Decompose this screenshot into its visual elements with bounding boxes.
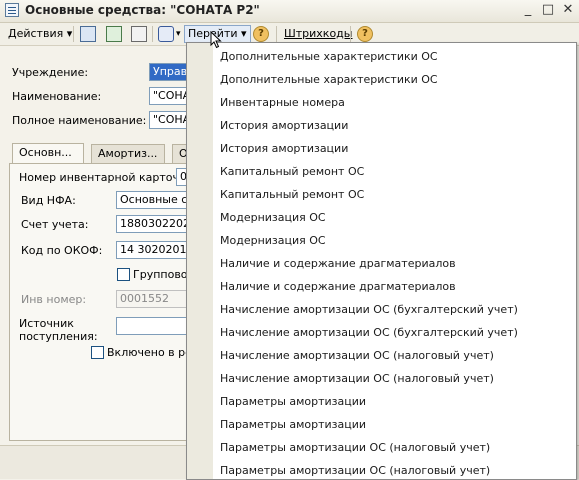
okof-field[interactable]: 14 3020201	[116, 241, 190, 259]
menu-item[interactable]: Наличие и содержание драгматериалов	[220, 254, 456, 274]
help-icon-2[interactable]: ?	[357, 26, 373, 42]
barcodes-button[interactable]: Штрихкоды	[284, 25, 352, 43]
fullname-label: Полное наименование:	[12, 114, 147, 127]
tab-main[interactable]: Основн...	[12, 143, 84, 164]
toolbar-separator	[276, 26, 277, 42]
go-icon[interactable]	[158, 26, 174, 42]
menu-item[interactable]: Дополнительные характеристики ОС	[220, 47, 438, 67]
mouse-cursor-icon	[210, 31, 222, 49]
name-label: Наименование:	[12, 90, 102, 103]
menu-item[interactable]: Начисление амортизации ОС (бухгалтерский…	[220, 323, 518, 343]
registry-checkbox[interactable]	[91, 346, 104, 359]
menu-item[interactable]: Параметры амортизации	[220, 415, 366, 435]
help-icon[interactable]: ?	[253, 26, 269, 42]
menu-item[interactable]: Наличие и содержание драгматериалов	[220, 277, 456, 297]
menu-gutter	[187, 43, 213, 479]
maximize-icon[interactable]: □	[540, 2, 556, 18]
source-field[interactable]	[116, 317, 190, 335]
institution-label: Учреждение:	[12, 66, 89, 79]
actions-menu-button[interactable]: Действия ▾	[8, 25, 72, 43]
account-label: Счет учета:	[21, 218, 89, 231]
add-icon[interactable]	[80, 26, 96, 42]
minimize-icon[interactable]: _	[520, 2, 536, 18]
card-number-label: Номер инвентарной карточки:	[19, 171, 197, 184]
menu-item[interactable]: Начисление амортизации ОС (бухгалтерский…	[220, 300, 518, 320]
menu-item[interactable]: Инвентарные номера	[220, 93, 345, 113]
close-icon[interactable]: ✕	[560, 2, 576, 18]
menu-item[interactable]: Модернизация ОС	[220, 208, 326, 228]
group-checkbox[interactable]	[117, 268, 130, 281]
menu-item[interactable]: Капитальный ремонт ОС	[220, 185, 364, 205]
toolbar-separator	[73, 26, 74, 42]
copy-icon[interactable]	[131, 26, 147, 42]
nfa-label: Вид НФА:	[21, 194, 76, 207]
menu-item[interactable]: Параметры амортизации	[220, 392, 366, 412]
menu-item[interactable]: Капитальный ремонт ОС	[220, 162, 364, 182]
source-label: Источник поступления:	[19, 317, 98, 343]
menu-item[interactable]: Модернизация ОС	[220, 231, 326, 251]
okof-label: Код по ОКОФ:	[21, 244, 103, 257]
toolbar-separator	[152, 26, 153, 42]
toolbar-separator	[350, 26, 351, 42]
menu-item[interactable]: Начисление амортизации ОС (налоговый уче…	[220, 369, 494, 389]
window-icon	[5, 3, 19, 17]
menu-item[interactable]: Начисление амортизации ОС (налоговый уче…	[220, 346, 494, 366]
chevron-down-icon[interactable]: ▾	[176, 25, 181, 43]
tab-depreciation[interactable]: Амортиз...	[91, 144, 165, 163]
title-bar: Основные средства: "СОНАТА Р2" _ □ ✕	[0, 0, 579, 23]
menu-item[interactable]: Дополнительные характеристики ОС	[220, 70, 438, 90]
inv-field: 0001552	[116, 290, 190, 308]
window-title: Основные средства: "СОНАТА Р2"	[25, 3, 260, 17]
menu-item[interactable]: История амортизации	[220, 139, 348, 159]
goto-dropdown-menu: Дополнительные характеристики ОС Дополни…	[186, 42, 577, 480]
refresh-icon[interactable]	[106, 26, 122, 42]
menu-item[interactable]: Параметры амортизации ОС (налоговый учет…	[220, 461, 490, 479]
registry-label: Включено в рее	[107, 346, 199, 359]
menu-item[interactable]: Параметры амортизации ОС (налоговый учет…	[220, 438, 490, 458]
nfa-field[interactable]: Основные ср	[116, 191, 190, 209]
menu-item[interactable]: История амортизации	[220, 116, 348, 136]
account-field[interactable]: 18803022028	[116, 215, 190, 233]
inv-label: Инв номер:	[21, 293, 87, 306]
